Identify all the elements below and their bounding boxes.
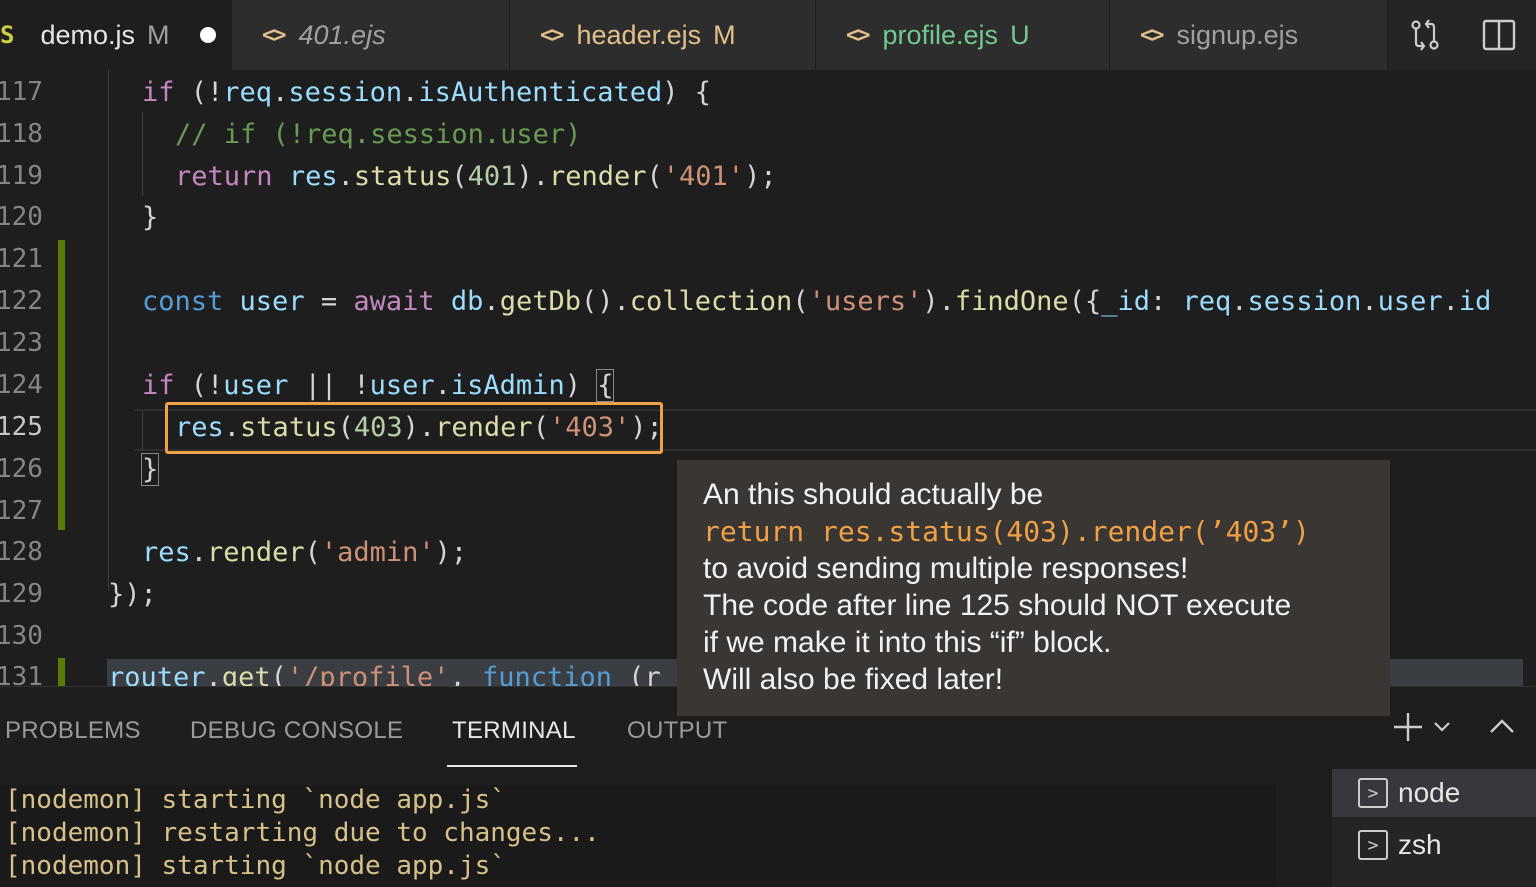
line-number: 122 xyxy=(0,286,43,316)
line-number: 128 xyxy=(0,537,43,567)
tab-terminal[interactable]: TERMINAL xyxy=(452,717,576,745)
code-line: 119 return res.status(401).render('401')… xyxy=(0,157,1536,199)
code-file-icon: <> xyxy=(1140,22,1164,48)
new-terminal-plus-icon[interactable] xyxy=(1392,711,1424,743)
split-editor-icon[interactable] xyxy=(1481,17,1517,53)
annotation-highlight-box xyxy=(165,402,663,454)
terminal-output[interactable]: [nodemon] starting `node app.js` [nodemo… xyxy=(0,785,1276,887)
editor-tab-bar: S demo.js M <> 401.ejs <> header.ejs M <… xyxy=(0,0,1536,70)
code-line: 121 xyxy=(0,240,1536,282)
tab-header-ejs[interactable]: <> header.ejs M xyxy=(510,0,816,70)
git-status-badge: M xyxy=(147,19,170,50)
editor-actions xyxy=(1388,0,1536,70)
terminal-name: zsh xyxy=(1398,829,1442,860)
terminal-line: [nodemon] starting `node app.js` xyxy=(5,785,506,815)
line-number: 120 xyxy=(0,202,43,232)
chevron-down-icon[interactable] xyxy=(1432,717,1452,737)
bottom-panel: PROBLEMS DEBUG CONSOLE TERMINAL OUTPUT [… xyxy=(0,686,1536,887)
callout-text: An this should actually be xyxy=(703,478,1044,511)
callout-text: The code after line 125 should NOT execu… xyxy=(703,589,1292,622)
code-file-icon: <> xyxy=(262,22,286,48)
tab-profile-ejs[interactable]: <> profile.ejs U xyxy=(816,0,1110,70)
panel-actions xyxy=(1392,711,1516,743)
git-status-badge: M xyxy=(713,19,736,50)
matching-bracket: } xyxy=(140,453,160,486)
line-number: 126 xyxy=(0,454,43,484)
unsaved-dot-icon[interactable] xyxy=(199,27,216,43)
callout-text: if we make it into this “if” block. xyxy=(703,626,1112,659)
terminal-line: [nodemon] starting `node app.js` xyxy=(5,851,506,881)
matching-bracket: { xyxy=(596,369,615,402)
git-status-badge: U xyxy=(1010,19,1030,50)
tab-label: signup.ejs xyxy=(1176,19,1299,50)
line-number: 118 xyxy=(0,119,43,149)
tab-label: demo.js xyxy=(40,19,135,50)
tab-label: 401.ejs xyxy=(298,19,386,50)
line-number: 131 xyxy=(0,662,43,686)
tab-problems[interactable]: PROBLEMS xyxy=(5,717,141,745)
line-number: 123 xyxy=(0,328,43,358)
code-line: 118 // if (!req.session.user) xyxy=(0,115,1536,157)
line-number: 127 xyxy=(0,496,43,526)
annotation-callout: An this should actually be return res.st… xyxy=(677,460,1390,716)
terminal-icon: > xyxy=(1358,830,1388,860)
tab-demo-js[interactable]: S demo.js M xyxy=(0,0,232,70)
line-number: 117 xyxy=(0,77,43,107)
terminal-list: > node > zsh xyxy=(1332,769,1536,887)
terminal-item-node[interactable]: > node xyxy=(1332,769,1536,817)
callout-code: return res.status(403).render(’403’) xyxy=(703,515,1310,548)
code-line: 123 xyxy=(0,324,1536,366)
callout-text: Will also be fixed later! xyxy=(703,663,1004,696)
code-line: 117 if (!req.session.isAuthenticated) { xyxy=(0,73,1536,115)
tab-output[interactable]: OUTPUT xyxy=(627,717,727,745)
terminal-icon: > xyxy=(1358,778,1388,808)
terminal-item-zsh[interactable]: > zsh xyxy=(1332,821,1536,869)
tab-signup-ejs[interactable]: <> signup.ejs xyxy=(1110,0,1388,70)
line-number: 124 xyxy=(0,370,43,400)
callout-text: to avoid sending multiple responses! xyxy=(703,552,1189,585)
tab-debug-console[interactable]: DEBUG CONSOLE xyxy=(190,717,403,745)
line-number: 130 xyxy=(0,621,43,651)
terminal-line: [nodemon] restarting due to changes... xyxy=(5,818,600,848)
chevron-up-icon[interactable] xyxy=(1488,713,1516,741)
line-number: 125 xyxy=(0,412,43,442)
javascript-file-icon: S xyxy=(0,21,15,49)
line-number: 129 xyxy=(0,579,43,609)
code-file-icon: <> xyxy=(540,22,564,48)
tab-label: header.ejs xyxy=(576,19,702,50)
code-comment: // if (!req.session.user) xyxy=(175,119,582,150)
tab-label: profile.ejs xyxy=(882,19,999,50)
code-line: 122 const user = await db.getDb().collec… xyxy=(0,282,1536,324)
line-number: 119 xyxy=(0,161,43,191)
compare-changes-icon[interactable] xyxy=(1407,17,1443,53)
tab-401-ejs[interactable]: <> 401.ejs xyxy=(232,0,510,70)
terminal-name: node xyxy=(1398,777,1461,808)
line-number: 121 xyxy=(0,244,43,274)
code-file-icon: <> xyxy=(846,22,870,48)
code-line: 120 } xyxy=(0,198,1536,240)
active-tab-indicator xyxy=(447,765,577,767)
